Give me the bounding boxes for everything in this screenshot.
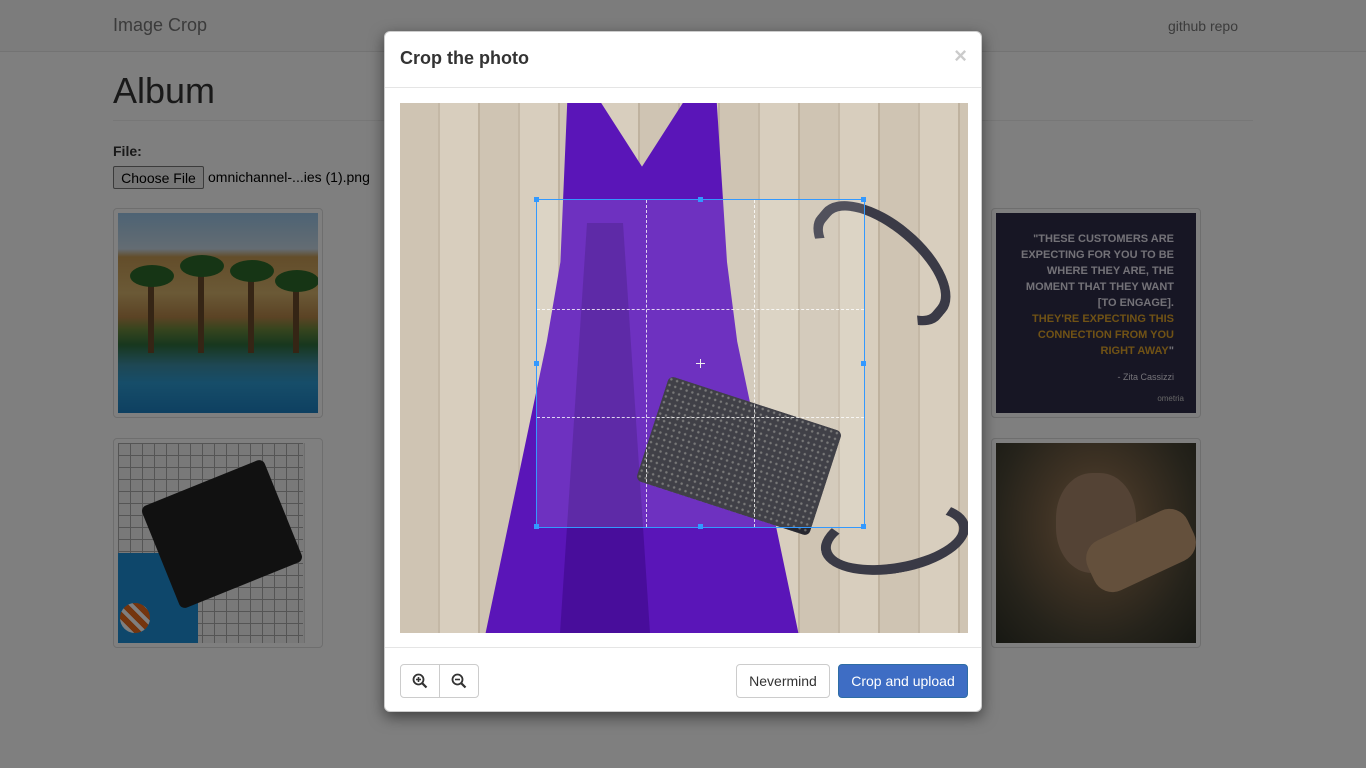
modal-title: Crop the photo bbox=[400, 48, 529, 68]
zoom-out-icon bbox=[451, 673, 467, 689]
zoom-out-button[interactable] bbox=[439, 664, 479, 698]
crop-handle-w[interactable] bbox=[534, 361, 539, 366]
crop-handle-sw[interactable] bbox=[534, 524, 539, 529]
modal-header: Crop the photo × bbox=[385, 32, 981, 88]
crop-handle-s[interactable] bbox=[698, 524, 703, 529]
crop-handle-n[interactable] bbox=[698, 197, 703, 202]
zoom-in-button[interactable] bbox=[400, 664, 440, 698]
crop-and-upload-button[interactable]: Crop and upload bbox=[838, 664, 968, 698]
zoom-in-icon bbox=[412, 673, 428, 689]
crop-handle-nw[interactable] bbox=[534, 197, 539, 202]
crop-box[interactable] bbox=[534, 197, 866, 529]
crop-center-icon bbox=[696, 359, 705, 368]
nevermind-button[interactable]: Nevermind bbox=[736, 664, 830, 698]
crop-canvas[interactable] bbox=[400, 103, 968, 633]
crop-handle-se[interactable] bbox=[861, 524, 866, 529]
crop-modal: Crop the photo × Nevermind Crop and uplo… bbox=[384, 31, 982, 712]
modal-footer: Nevermind Crop and upload bbox=[385, 647, 981, 711]
crop-handle-ne[interactable] bbox=[861, 197, 866, 202]
close-icon[interactable]: × bbox=[954, 43, 967, 69]
crop-handle-e[interactable] bbox=[861, 361, 866, 366]
